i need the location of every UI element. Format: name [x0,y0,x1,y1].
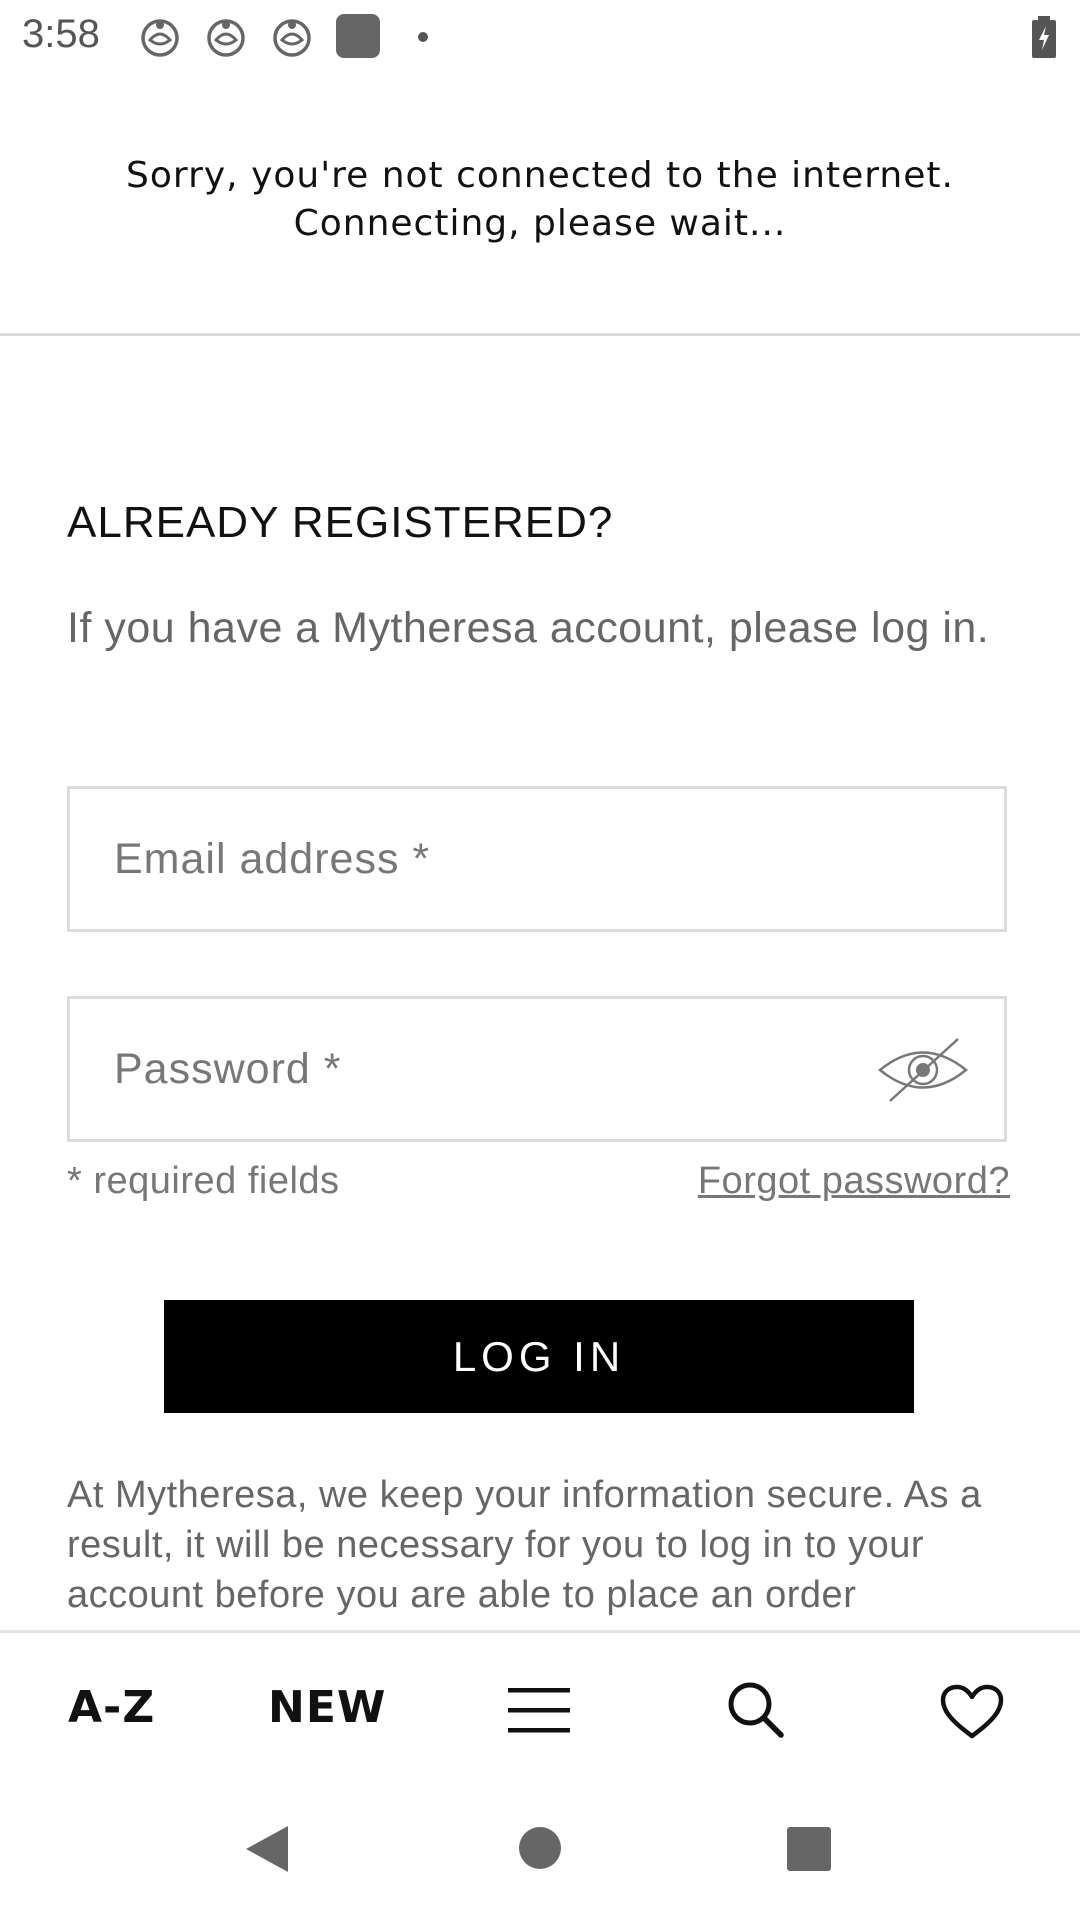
connecting-message: Connecting, please wait... [293,203,787,244]
back-icon[interactable] [244,1824,290,1874]
nav-new[interactable]: NEW [268,1682,386,1733]
notification-icon [207,19,245,57]
search-icon[interactable] [726,1680,786,1740]
eye-off-icon[interactable] [878,1037,968,1103]
nav-az[interactable]: A-Z [68,1682,155,1733]
recents-icon[interactable] [786,1826,832,1872]
offline-message: Sorry, you're not connected to the inter… [126,155,954,196]
email-field[interactable] [67,786,1007,932]
notification-icon [141,19,179,57]
status-time: 3:58 [22,12,100,56]
notification-icon [273,19,311,57]
status-bar: 3:58 [0,0,1080,72]
login-description: If you have a Mytheresa account, please … [67,604,990,652]
email-input[interactable] [70,789,1004,929]
login-button[interactable]: LOG IN [164,1300,914,1413]
offline-banner: Sorry, you're not connected to the inter… [0,152,1080,248]
divider [0,333,1080,336]
forgot-password-link[interactable]: Forgot password? [698,1160,1010,1203]
section-heading: ALREADY REGISTERED? [67,498,614,547]
dot-icon [418,32,428,42]
system-nav [0,1780,1080,1920]
security-info: At Mytheresa, we keep your information s… [67,1474,982,1616]
password-input[interactable] [70,999,1004,1139]
home-icon[interactable] [518,1826,562,1870]
password-field[interactable] [67,996,1007,1142]
heart-icon[interactable] [940,1684,1004,1740]
menu-icon[interactable] [508,1686,570,1734]
required-note: * required fields [67,1160,340,1202]
app-square-icon [336,14,380,58]
battery-charging-icon [1032,16,1056,58]
